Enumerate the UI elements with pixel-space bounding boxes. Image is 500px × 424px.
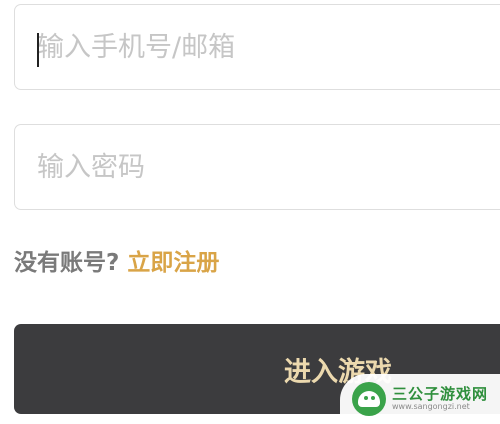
login-form: 没有账号? 立即注册 进入游戏 三公子游戏网 www.sangongzi.net (0, 0, 500, 424)
watermark-text: 三公子游戏网 www.sangongzi.net (392, 384, 489, 411)
phone-email-field-box[interactable] (14, 4, 500, 90)
signup-row: 没有账号? 立即注册 (14, 240, 219, 280)
register-link[interactable]: 立即注册 (127, 243, 219, 277)
password-input[interactable] (37, 125, 477, 209)
watermark: 三公子游戏网 www.sangongzi.net (340, 374, 500, 424)
text-caret (37, 33, 39, 67)
watermark-url: www.sangongzi.net (392, 401, 470, 411)
password-field-box[interactable] (14, 124, 500, 210)
phone-email-input[interactable] (37, 5, 477, 89)
no-account-text: 没有账号? (14, 250, 120, 276)
android-logo-icon (352, 382, 386, 416)
watermark-title: 三公子游戏网 (392, 384, 489, 403)
